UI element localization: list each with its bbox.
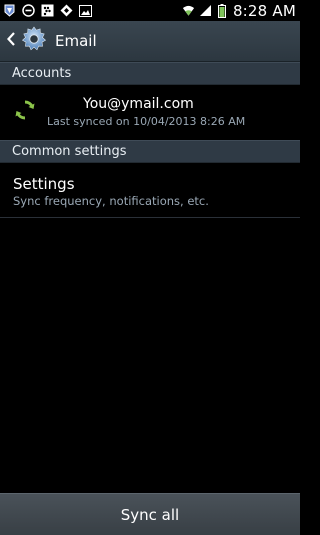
bbm-icon [41,4,54,17]
accounts-section-header: Accounts [0,62,300,85]
dropbox-icon [60,4,73,17]
common-settings-section-header: Common settings [0,140,300,163]
wifi-icon [182,4,195,17]
status-bar: 8:28 AM [0,0,300,21]
action-bar: Email [0,21,300,62]
settings-list-item[interactable]: Settings Sync frequency, notifications, … [0,162,300,218]
accounts-header-label: Accounts [12,66,72,81]
signal-icon [199,4,212,17]
notification-icons [0,4,92,17]
status-time: 8:28 AM [232,1,296,20]
image-icon [79,4,92,17]
settings-title: Settings [13,175,75,193]
account-email: You @ymail.com [47,96,245,112]
sync-all-button[interactable]: Sync all [0,493,300,535]
sync-icon [0,98,37,126]
battery-icon [216,3,229,18]
account-list-item[interactable]: You @ymail.com Last synced on 10/04/2013… [0,84,300,139]
settings-subtitle: Sync frequency, notifications, etc. [13,194,209,208]
account-name-visible: You [83,95,108,112]
do-not-disturb-icon [22,4,35,17]
app-notification-icon [3,4,16,17]
redacted-name-block [47,96,85,111]
chevron-left-icon [6,31,16,51]
account-address: @ymail.com [107,95,194,112]
up-navigation-button[interactable] [0,21,48,61]
settings-gear-icon [16,25,48,57]
last-synced-text: Last synced on 10/04/2013 8:26 AM [47,114,246,128]
page-title: Email [55,32,97,50]
common-settings-header-label: Common settings [12,144,127,159]
